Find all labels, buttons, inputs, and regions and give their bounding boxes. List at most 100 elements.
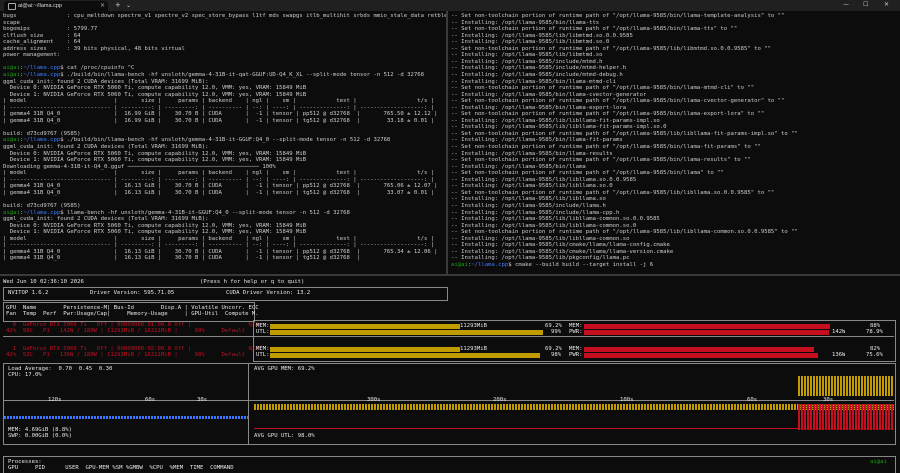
gpu0-util-pct: 99% bbox=[551, 329, 562, 335]
gpu0-pwr-value: 142W bbox=[832, 329, 846, 335]
axis-label-200s: 200s bbox=[493, 397, 507, 403]
terminal-left-line: scape bbox=[3, 19, 20, 26]
terminal-right-line: -- Set non-toolchain portion of runtime … bbox=[451, 111, 765, 118]
terminal-right-line: -- Installing: /opt/llama-9585/bin/llama… bbox=[451, 137, 623, 144]
terminal-left-line: Device 1: NVIDIA GeForce RTX 5060 Ti, co… bbox=[3, 157, 307, 164]
terminal-right-line: -- Set non-toolchain portion of runtime … bbox=[451, 26, 738, 33]
terminal-right-line: -- Installing: /opt/llama-9585/lib/libmt… bbox=[451, 39, 610, 46]
terminal-right-line: -- Installing: /opt/llama-9585/bin/llama… bbox=[451, 19, 600, 26]
terminal-right-line: -- Installing: /opt/llama-9585/include/l… bbox=[451, 202, 606, 209]
terminal-right-line: -- Installing: /opt/llama-9585/lib/libll… bbox=[451, 117, 660, 124]
terminal-left-line: ggml_cuda_init: found 2 CUDA devices (To… bbox=[3, 78, 209, 85]
terminal-right-line: -- Installing: /opt/llama-9585/lib/libll… bbox=[451, 216, 660, 223]
prompt-user: ai@ai bbox=[3, 65, 20, 72]
gpu0-pwr-bar bbox=[584, 330, 829, 335]
prompt-command: $ ./build/bin/llama-bench -hf unsloth/ge… bbox=[60, 137, 391, 144]
prompt-user: ai@ai bbox=[3, 71, 20, 78]
terminal-left-line: build: d73cd9767 (9585) bbox=[3, 130, 81, 137]
terminal-right-line: -- Installing: /opt/llama-9585/lib/libll… bbox=[451, 124, 667, 131]
cpu-percent: CPU: 17.0% bbox=[8, 372, 42, 378]
prompt-path: ~/llama.cpp bbox=[23, 137, 61, 144]
terminal-left-line: ggml_cuda_init: found 2 CUDA devices (To… bbox=[3, 216, 209, 223]
prompt-command: $ cat /proc/cpuinfo ^C bbox=[60, 65, 135, 72]
terminal-right-line: -- Installing: /opt/llama-9585/lib/cmake… bbox=[451, 248, 674, 255]
terminal-left-line: ai@ai:~/llama.cpp$ ./build/bin/llama-ben… bbox=[3, 72, 424, 78]
terminal-pane-right[interactable]: -- Set non-toolchain portion of runtime … bbox=[448, 11, 900, 274]
terminal-left-line: | gemma4 31B Q4_0 | 16.13 GiB | 30.70 B … bbox=[3, 255, 360, 262]
terminal-left-line: address sizes : 39 bits physical, 48 bit… bbox=[3, 45, 185, 52]
prompt-user: ai@ai bbox=[3, 209, 20, 216]
terminal-left-line: build: d73cd9767 (9585) bbox=[3, 202, 81, 209]
terminal-right-line: -- Installing: /opt/llama-9585/bin/llama… bbox=[451, 150, 613, 157]
tab-dropdown-button[interactable]: ⌄ bbox=[126, 2, 131, 9]
tab-close-button[interactable]: × bbox=[100, 2, 105, 9]
prompt-command: $ ./build/bin/llama-bench -hf unsloth/ge… bbox=[60, 71, 424, 78]
prompt-path: ~/llama.cpp bbox=[471, 261, 509, 268]
terminal-right-line: ai@ai:~/llama.cpp$ cmake --build build -… bbox=[451, 262, 653, 268]
gpu0-mem-value: 11293MiB bbox=[460, 323, 487, 329]
history-fill bbox=[4, 416, 248, 419]
axis-label-300s: 300s bbox=[367, 397, 381, 403]
swap-usage: SWP: 0.00GiB (0.0%) bbox=[8, 433, 72, 439]
terminal-right-line: -- Installing: /opt/llama-9585/lib/libmt… bbox=[451, 52, 603, 59]
terminal-right-line: -- Installing: /opt/llama-9585/lib/libmt… bbox=[451, 32, 633, 39]
terminal-left-line: Downloading gemma-4-31B-it-Q4_0.gguf ───… bbox=[3, 163, 276, 170]
prompt-path: ~/llama.cpp bbox=[23, 209, 61, 216]
terminal-right-line: -- Installing: /opt/llama-9585/lib/libll… bbox=[451, 222, 637, 229]
terminal-left-line: ai@ai:~/llama.cpp$ cat /proc/cpuinfo ^C bbox=[3, 65, 134, 71]
terminal-left-line: ai@ai:~/llama.cpp$ llama-bench -hf unslo… bbox=[3, 210, 350, 216]
terminal-left-line: Device 0: NVIDIA GeForce RTX 5060 Ti, co… bbox=[3, 85, 307, 92]
gpu-util-history-graph bbox=[254, 404, 894, 430]
prompt-path: ~/llama.cpp bbox=[23, 71, 61, 78]
terminal-right-line: -- Set non-toolchain portion of runtime … bbox=[451, 45, 771, 52]
maximize-button[interactable]: ☐ bbox=[863, 1, 868, 8]
prompt-command: $ llama-bench -hf unsloth/gemma-4-31B-it… bbox=[60, 209, 350, 216]
gpu1-mem-value: 11293MiB bbox=[460, 346, 487, 352]
gpu1-pwr-value: 136W bbox=[832, 352, 846, 358]
terminal-pane-left[interactable]: bugs : cpu_meltdown spectre_v1 spectre_v… bbox=[0, 11, 446, 274]
driver-version: Driver Version: 595.71.05 bbox=[90, 290, 175, 296]
terminal-right-line: -- Set non-toolchain portion of runtime … bbox=[451, 130, 798, 137]
gpu1-pwr-label: PWR: bbox=[569, 352, 583, 358]
nvitop-help-hint: (Press h for help or q to quit) bbox=[200, 279, 305, 285]
terminal-left-line: | ------------------------------ | -----… bbox=[3, 104, 435, 111]
terminal-left-line: ai@ai:~/llama.cpp$ ./build/bin/llama-ben… bbox=[3, 137, 390, 143]
terminal-left-line: cache_alignment : 64 bbox=[3, 39, 81, 46]
terminal-right-line: -- Installing: /opt/llama-9585/include/l… bbox=[451, 209, 620, 216]
terminal-right-line: -- Installing: /opt/llama-9585/lib/libll… bbox=[451, 176, 637, 183]
gpu0-pwr-pct: 78.9% bbox=[866, 329, 883, 335]
gpu-header-row2: Fan Temp Perf Pwr:Usage/Cap| Memory-Usag… bbox=[6, 311, 259, 317]
terminal-left-line: | ------------------------------ | -----… bbox=[3, 176, 435, 183]
cuda-version: CUDA Driver Version: 13.2 bbox=[226, 290, 311, 296]
terminal-right-line: -- Installing: /opt/llama-9585/lib/cmake… bbox=[451, 242, 670, 249]
axis-label-30s: 30s bbox=[197, 397, 208, 403]
terminal-left-line: Device 1: NVIDIA GeForce RTX 5060 Ti, co… bbox=[3, 91, 307, 98]
avg-gpu-mem: AVG GPU MEM: 69.2% bbox=[254, 366, 315, 372]
processes-columns: GPU PID USER GPU-MEM %SM %GMBW %CPU %MEM… bbox=[8, 465, 234, 471]
gpu0-mem-bar bbox=[270, 324, 460, 329]
axis-label-100s: 100s bbox=[620, 397, 634, 403]
cpu-time-axis bbox=[3, 400, 248, 401]
history-divider bbox=[248, 363, 249, 444]
gpu0-pwr-label: PWR: bbox=[569, 329, 583, 335]
terminal-right-line: -- Set non-toolchain portion of runtime … bbox=[451, 98, 785, 105]
gpu0-mem2-bar bbox=[584, 324, 831, 329]
nvitop-pane[interactable]: Wed Jun 10 02:36:10 2026 (Press h for he… bbox=[0, 276, 900, 473]
terminal-left-line: Device 0: NVIDIA GeForce RTX 5060 Ti, co… bbox=[3, 222, 307, 229]
terminal-left-line: Device 0: NVIDIA GeForce RTX 5060 Ti, co… bbox=[3, 150, 307, 157]
terminal-right-line: -- Set non-toolchain portion of runtime … bbox=[451, 170, 724, 177]
terminal-left-line: clflush size : 64 bbox=[3, 32, 81, 39]
terminal-right-line: -- Installing: /opt/llama-9585/bin/llama… bbox=[451, 104, 627, 111]
new-tab-button[interactable]: + bbox=[115, 1, 121, 9]
minimize-button[interactable]: — bbox=[843, 1, 849, 8]
axis-label-120s: 120s bbox=[48, 397, 62, 403]
terminal-tab[interactable]: ai@ai:~/llama.cpp × bbox=[4, 1, 108, 11]
terminal-left-line: | gemma4 31B Q4_0 | 16.99 GiB | 30.70 B … bbox=[3, 111, 438, 118]
terminal-left-line: Device 1: NVIDIA GeForce RTX 5060 Ti, co… bbox=[3, 229, 307, 236]
tab-title: ai@ai:~/llama.cpp bbox=[18, 3, 62, 9]
prompt-path: ~/llama.cpp bbox=[23, 65, 61, 72]
close-window-button[interactable]: ✕ bbox=[884, 1, 889, 8]
terminal-left-line: | model | size | params | backend | ngl … bbox=[3, 170, 435, 177]
terminal-right-line: -- Set non-toolchain portion of runtime … bbox=[451, 189, 775, 196]
gpu-mem-history-graph bbox=[254, 376, 894, 429]
